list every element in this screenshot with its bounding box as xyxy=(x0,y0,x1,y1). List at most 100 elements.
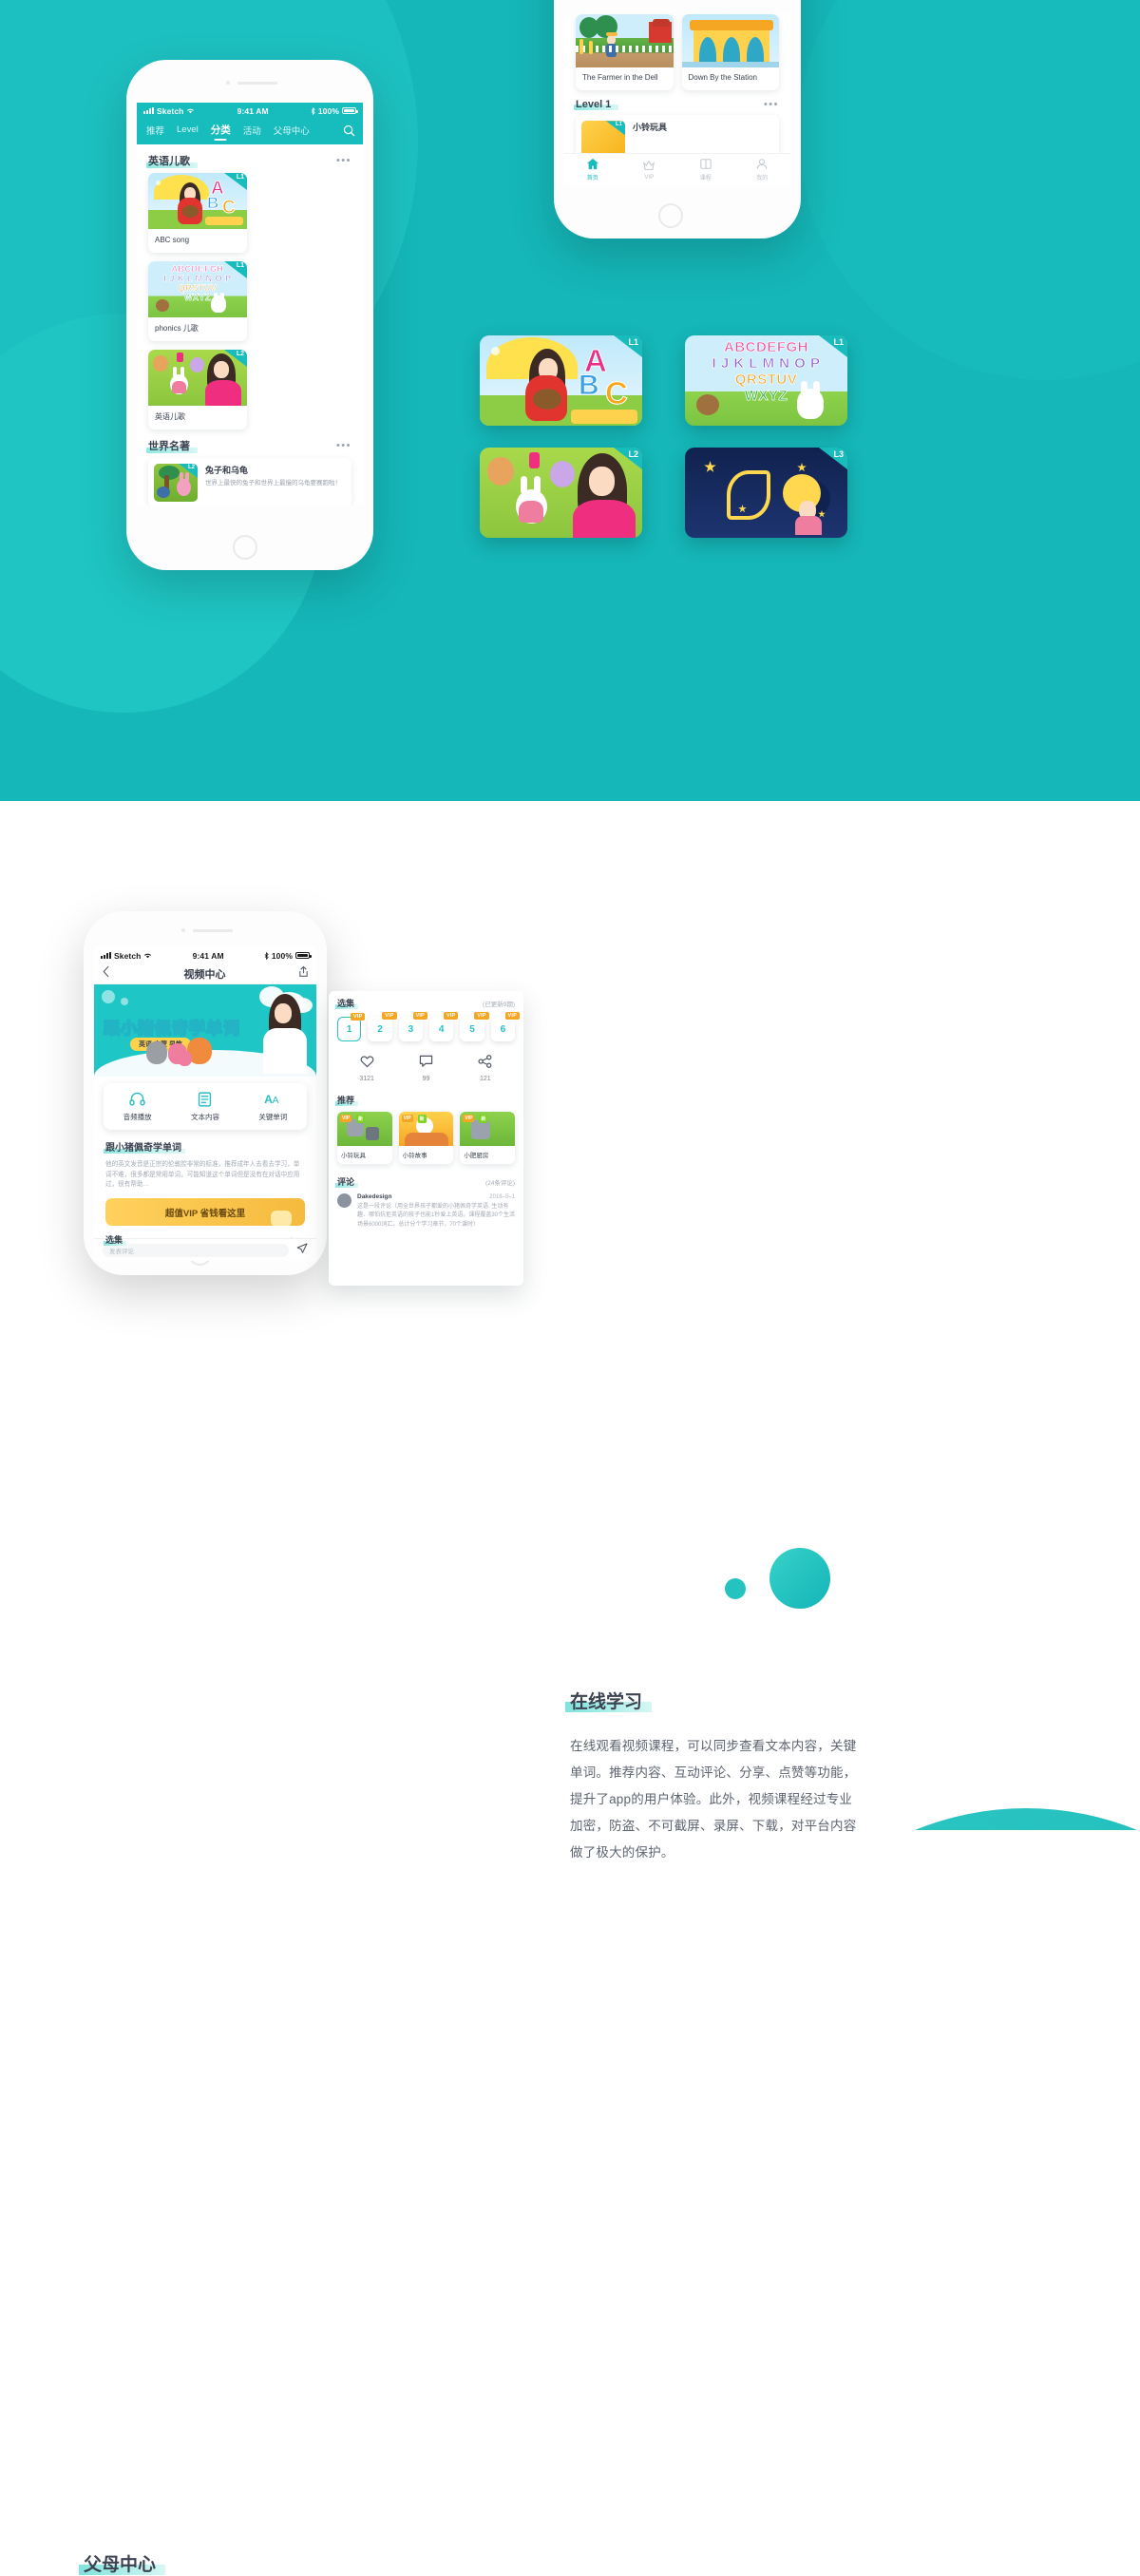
tabbar-item-course[interactable]: 课程 xyxy=(677,158,734,181)
episode-chip[interactable]: VIP 5 xyxy=(460,1012,489,1041)
section-header-classics: 世界名著 ••• xyxy=(137,429,363,458)
section-more-button[interactable]: ••• xyxy=(764,100,779,110)
video-center-screen: Sketch 9:41 AM 100% 视频中心 跟小猪佩奇学单词 英语 音频播… xyxy=(94,947,316,1261)
phone-mockup-category: Sketch 9:41 AM 100% 推荐 Level 分类 活动 父母中心 … xyxy=(126,60,373,570)
video-card[interactable]: L2 英语儿歌 xyxy=(148,350,247,429)
episode-chip[interactable]: VIP 1 xyxy=(337,1013,366,1041)
letters-icon: AA xyxy=(239,1092,307,1109)
recommend-card[interactable]: VIP 新 小铃玩具 xyxy=(337,1112,392,1164)
list-item[interactable]: L2 兔子和乌龟 世界上最快的兔子和世界上最慢的乌龟要赛跑啦！ xyxy=(148,458,352,505)
artwork-station xyxy=(681,14,779,67)
panel-episodes-note: (已更新9期) xyxy=(483,1001,515,1008)
section-more-button[interactable]: ••• xyxy=(336,441,352,451)
action-button-row: 音频播放 文本内容 AA 关键单词 xyxy=(104,1083,307,1130)
send-icon[interactable] xyxy=(296,1242,308,1259)
tab-activity[interactable]: 活动 xyxy=(243,124,261,141)
share-icon xyxy=(478,1055,492,1072)
recommend-card[interactable]: VIP 新 小铃故事 xyxy=(398,1112,454,1164)
back-button[interactable] xyxy=(102,965,111,983)
vip-badge: VIP xyxy=(443,1012,459,1020)
tile-phonics[interactable]: ABCDEFGH I J K L M N O P QRSTUV WXYZ L1 xyxy=(685,335,847,426)
user-icon xyxy=(734,158,791,172)
recommend-card[interactable]: VIP 新 小肥厨房 xyxy=(460,1112,516,1164)
vip-badge: VIP xyxy=(350,1013,366,1021)
tab-parent-center[interactable]: 父母中心 xyxy=(274,124,310,141)
metric-likes[interactable]: 3121 xyxy=(337,1055,396,1082)
battery-icon xyxy=(295,952,312,959)
tab-level[interactable]: Level xyxy=(177,124,199,139)
comment-header: Dakedesign 2018–5–1 xyxy=(357,1193,515,1200)
vip-badge: VIP xyxy=(401,1115,413,1122)
card-thumbnail xyxy=(681,14,779,67)
video-card[interactable]: The Farmer in the Dell xyxy=(576,14,674,91)
bottom-tab-bar: 首页 VIP 课程 我的 xyxy=(564,153,790,185)
search-icon[interactable] xyxy=(343,124,355,140)
recommend-card-row: VIP 新 小铃玩具 VIP 新 小铃故事 VIP 新 小肥厨房 xyxy=(329,1108,523,1170)
phone-home-button xyxy=(658,203,683,228)
tab-category[interactable]: 分类 xyxy=(211,123,231,141)
recommend-section-header: 推荐 xyxy=(329,1088,523,1108)
status-time: 9:41 AM xyxy=(237,105,269,116)
battery-percent: 100% xyxy=(271,950,293,961)
metric-shares[interactable]: 121 xyxy=(456,1055,515,1082)
status-left: Sketch xyxy=(143,106,195,116)
comment-input[interactable]: 发表评论 xyxy=(103,1243,289,1257)
vip-promo-banner[interactable]: 超值VIP 省钱看这里 xyxy=(105,1198,305,1227)
status-time: 9:41 AM xyxy=(192,950,224,961)
video-card[interactable]: Down By the Station xyxy=(681,14,779,91)
headphones-icon xyxy=(104,1092,171,1109)
action-audio-play[interactable]: 音频播放 xyxy=(104,1092,171,1122)
tabbar-label: 首页 xyxy=(586,176,598,181)
tile-lullaby[interactable]: L3 xyxy=(685,448,847,538)
episode-chip[interactable]: VIP 4 xyxy=(429,1012,459,1041)
vip-badge: VIP xyxy=(463,1115,475,1122)
phone-speaker xyxy=(238,82,277,85)
action-text-content[interactable]: 文本内容 xyxy=(171,1092,238,1122)
artwork-animals xyxy=(148,350,247,406)
list-thumbnail: L2 xyxy=(154,464,198,502)
video-hero-banner[interactable]: 跟小猪佩奇学单词 英语 启蒙 早教 xyxy=(94,984,316,1077)
video-card[interactable]: A B C L1 ABC song xyxy=(148,173,247,253)
artwork-abc: A B C xyxy=(480,335,642,426)
status-bar: Sketch 9:41 AM 100% xyxy=(137,103,363,119)
tile-abc-song[interactable]: A B C L1 xyxy=(480,335,642,426)
episode-chip[interactable]: VIP 6 xyxy=(490,1012,521,1041)
metric-value: 121 xyxy=(479,1076,491,1082)
section-more-button[interactable]: ••• xyxy=(336,156,352,166)
tile-kids-songs[interactable]: L2 xyxy=(480,448,642,538)
signal-icon xyxy=(143,107,154,114)
tabbar-item-mine[interactable]: 我的 xyxy=(734,158,791,181)
tabbar-item-home[interactable]: 首页 xyxy=(564,158,621,181)
description-title: 跟小猪佩奇学单词 xyxy=(104,1139,185,1154)
action-key-words[interactable]: AA 关键单词 xyxy=(239,1092,307,1122)
panel-episodes-header: 选集 (已更新9期) xyxy=(329,991,523,1011)
artwork-night-harp xyxy=(685,448,847,538)
action-label: 音频播放 xyxy=(123,1113,152,1121)
episode-chip[interactable]: VIP 2 xyxy=(368,1012,397,1041)
phone-speaker xyxy=(193,929,233,932)
card-thumbnail: A B C L1 xyxy=(148,173,247,229)
phone-home-button xyxy=(233,535,257,560)
svg-text:A: A xyxy=(272,1096,278,1106)
comment-date: 2018–5–1 xyxy=(489,1193,515,1200)
video-card[interactable]: ABCDEFGH I J K L M N O P QRSTUV WXYZ L1 xyxy=(148,261,247,341)
comment-item: Dakedesign 2018–5–1 这是一段评论（用全世界孩子都爱的小猪佩奇… xyxy=(329,1190,523,1237)
recommend-card-title: 小铃故事 xyxy=(402,1153,428,1159)
episode-chip[interactable]: VIP 3 xyxy=(398,1012,428,1041)
level-card-row: The Farmer in the Dell Down By the Stati… xyxy=(564,14,790,91)
tabbar-label: VIP xyxy=(644,174,655,181)
tabbar-item-vip[interactable]: VIP xyxy=(621,160,678,181)
home-icon xyxy=(564,158,621,172)
tab-recommend[interactable]: 推荐 xyxy=(146,124,164,141)
tabbar-label: 我的 xyxy=(756,176,769,181)
new-badge: 新 xyxy=(417,1115,427,1123)
section-title: Level 1 xyxy=(573,99,619,111)
section-paragraph: 在线观看视频课程，可以同步查看文本内容，关键单词。推荐内容、互动评论、分享、点赞… xyxy=(570,1739,857,1860)
metric-comments[interactable]: 99 xyxy=(396,1055,455,1082)
decorative-dot-large xyxy=(770,1548,830,1609)
vip-promo-label: 超值VIP 省钱看这里 xyxy=(164,1208,246,1219)
comments-note: (24条评论) xyxy=(484,1179,515,1187)
share-button[interactable] xyxy=(298,965,309,983)
video-description-block: 跟小猪佩奇学单词 他的英文发音是正宗的伦敦腔非常的标准，推荐成年人去看去学习，单… xyxy=(94,1130,316,1191)
wifi-icon xyxy=(144,953,152,959)
